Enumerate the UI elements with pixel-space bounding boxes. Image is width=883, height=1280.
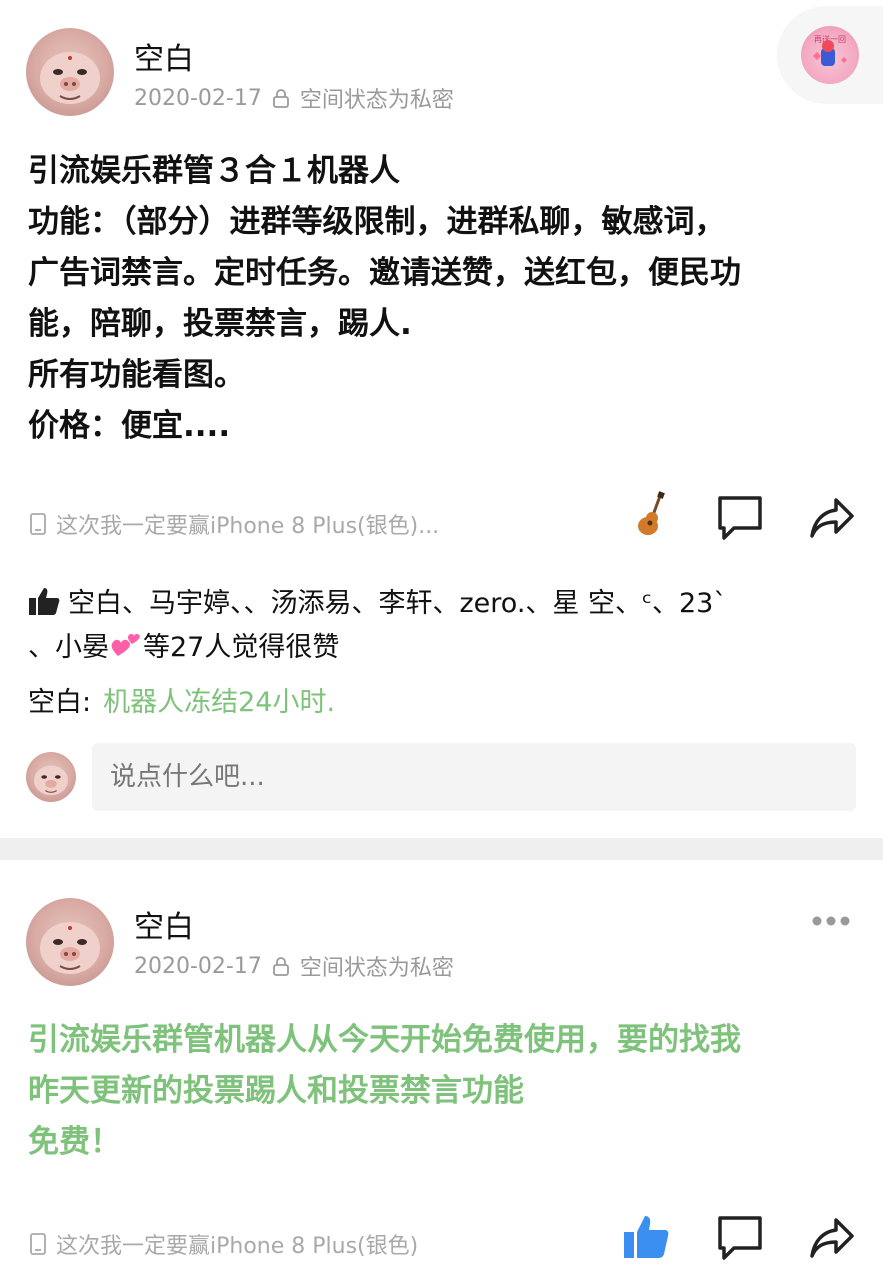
content-line: 引流娱乐群管３合１机器人 [28, 153, 400, 189]
post-content: 引流娱乐群管３合１机器人 功能：（部分）进群等级限制，进群私聊，敏感词， 广告词… [28, 146, 858, 452]
device-text: 这次我一定要赢iPhone 8 Plus(银色)... [56, 514, 440, 539]
floating-activity-badge[interactable]: 再送一回 [777, 6, 883, 104]
comment-item[interactable]: 空白: 机器人冻结24小时. [28, 680, 335, 719]
author-name[interactable]: 空白 [134, 34, 194, 78]
device-tag[interactable]: 这次我一定要赢iPhone 8 Plus(银色)... [30, 508, 439, 540]
heart-emoji-icon [111, 633, 140, 656]
guitar-icon[interactable] [630, 490, 678, 538]
activity-badge-icon: 再送一回 [801, 26, 859, 84]
content-line: 价格：便宜.... [28, 408, 231, 444]
content-line: 功能：（部分）进群等级限制，进群私聊，敏感词， [28, 204, 726, 240]
content-line: 引流娱乐群管机器人从今天开始免费使用，要的找我 [28, 1022, 741, 1058]
author-avatar[interactable] [26, 28, 114, 116]
content-line: 免费！ [28, 1124, 121, 1160]
comment-icon[interactable] [716, 494, 764, 542]
likes-count: 等27人觉得很赞 [143, 632, 340, 663]
content-line: 昨天更新的投票踢人和投票禁言功能 [28, 1073, 524, 1109]
content-line: 能，陪聊，投票禁言，踢人. [28, 306, 412, 342]
comment-author[interactable]: 空白: [28, 687, 91, 718]
comment-text: 机器人冻结24小时. [103, 687, 336, 718]
post-meta: 2020-02-17 空间状态为私密 [134, 82, 454, 114]
post-date: 2020-02-17 [134, 953, 262, 979]
likes-names: 空白、马宇婷、、汤添易、李轩、zero.、星 空、ᶜ、23` [68, 588, 727, 619]
thumb-up-icon[interactable] [622, 1212, 670, 1260]
author-name[interactable]: 空白 [134, 902, 194, 946]
content-line: 所有功能看图。 [28, 357, 245, 393]
privacy-status: 空间状态为私密 [299, 88, 454, 113]
feed-post-2: 空白 2020-02-17 空间状态为私密 引流娱乐群管机器人从今天开始免费使用… [0, 860, 883, 1280]
phone-icon [30, 513, 46, 535]
content-line: 广告词禁言。定时任务。邀请送赞，送红包，便民功 [28, 255, 741, 291]
post-content: 引流娱乐群管机器人从今天开始免费使用，要的找我 昨天更新的投票踢人和投票禁言功能… [28, 1015, 858, 1168]
author-avatar[interactable] [26, 898, 114, 986]
device-text: 这次我一定要赢iPhone 8 Plus(银色) [56, 1234, 419, 1259]
lock-icon [272, 957, 289, 976]
likes-names-tail: 、小晏 [28, 632, 109, 663]
share-icon[interactable] [808, 1214, 856, 1262]
comment-icon[interactable] [716, 1214, 764, 1262]
post-meta: 2020-02-17 空间状态为私密 [134, 950, 454, 982]
share-icon[interactable] [808, 494, 856, 542]
comment-input[interactable]: 说点什么吧... [92, 743, 856, 811]
likes-summary[interactable]: 空白、马宇婷、、汤添易、李轩、zero.、星 空、ᶜ、23` 、小晏 等27人觉… [28, 582, 858, 670]
feed-post-1: 空白 2020-02-17 空间状态为私密 再送一回 引流娱乐群管３合１机器人 … [0, 0, 883, 838]
post-date: 2020-02-17 [134, 85, 262, 111]
my-avatar [26, 752, 76, 802]
thumb-up-icon [29, 588, 60, 615]
privacy-status: 空间状态为私密 [299, 956, 454, 981]
device-tag[interactable]: 这次我一定要赢iPhone 8 Plus(银色) [30, 1228, 418, 1260]
phone-icon [30, 1233, 46, 1255]
more-icon[interactable] [811, 914, 851, 928]
lock-icon [272, 89, 289, 108]
post-separator [0, 838, 883, 860]
